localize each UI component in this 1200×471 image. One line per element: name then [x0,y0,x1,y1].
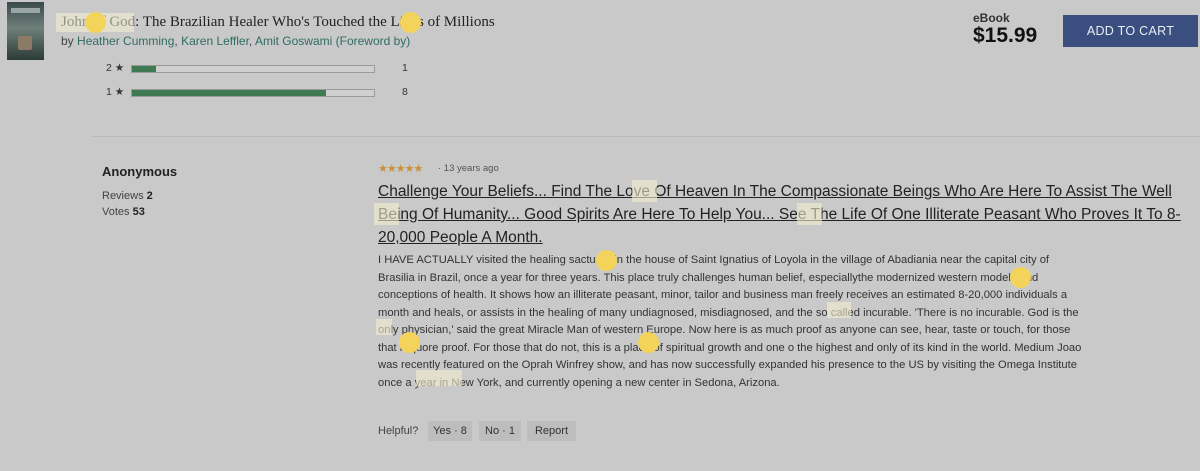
reviewer-reviews: Reviews 2 [102,190,153,202]
book-cover-thumbnail[interactable] [7,2,44,60]
marker-dot [400,12,421,33]
by-prefix: by [61,34,74,48]
marker-dot [399,332,420,353]
text-highlight [374,203,399,225]
rating-bar-fill [132,66,157,72]
helpful-no-button[interactable]: No · 1 [479,421,521,441]
rating-label: 2 ★ [106,62,125,74]
author-link-3[interactable]: Amit Goswami (Foreword by) [255,34,410,48]
helpful-yes-button[interactable]: Yes · 8 [428,421,472,441]
votes-label: Votes [102,206,130,218]
book-header: John of God: The Brazilian Healer Who's … [0,0,1200,62]
review-timestamp: · 13 years ago [438,163,499,174]
helpful-label: Helpful? [378,425,419,437]
rating-count: 8 [402,86,408,98]
text-highlight [632,180,657,202]
marker-dot [638,332,659,353]
marker-dot [1010,267,1031,288]
add-to-cart-button[interactable]: ADD TO CART [1063,15,1198,47]
text-highlight [797,203,822,225]
rating-count: 1 [402,62,408,74]
rating-label: 1 ★ [106,86,125,98]
text-highlight [416,370,462,386]
reviewer-name: Anonymous [102,164,178,179]
reviewer-votes: Votes 53 [102,206,145,218]
section-divider [92,136,1200,137]
text-highlight [827,302,851,318]
votes-count: 53 [132,206,145,218]
marker-dot [596,250,617,271]
rating-row-2-star: 2 ★ 1 [106,62,426,76]
text-highlight [376,319,392,335]
review-body: I HAVE ACTUALLY visited the healing sact… [378,254,1082,389]
marker-dot [85,12,106,33]
report-button[interactable]: Report [527,421,576,441]
reviews-label: Reviews [102,190,144,202]
rating-bar-fill [132,90,326,96]
byline: by Heather Cumming, Karen Leffler, Amit … [61,34,410,48]
author-link-1[interactable]: Heather Cumming [77,34,174,48]
author-separator: , [174,34,178,48]
review-star-rating: ★★★★★ [378,163,423,175]
rating-bar [131,65,375,73]
rating-bar [131,89,375,97]
rating-row-1-star: 1 ★ 8 [106,86,426,100]
reviews-count: 2 [146,190,153,202]
author-link-2[interactable]: Karen Leffler [181,34,249,48]
review-title: Challenge Your Beliefs... Find The Love … [378,183,1181,246]
format-label: eBook [973,11,1010,25]
price: $15.99 [973,24,1038,47]
author-separator: , [248,34,253,48]
